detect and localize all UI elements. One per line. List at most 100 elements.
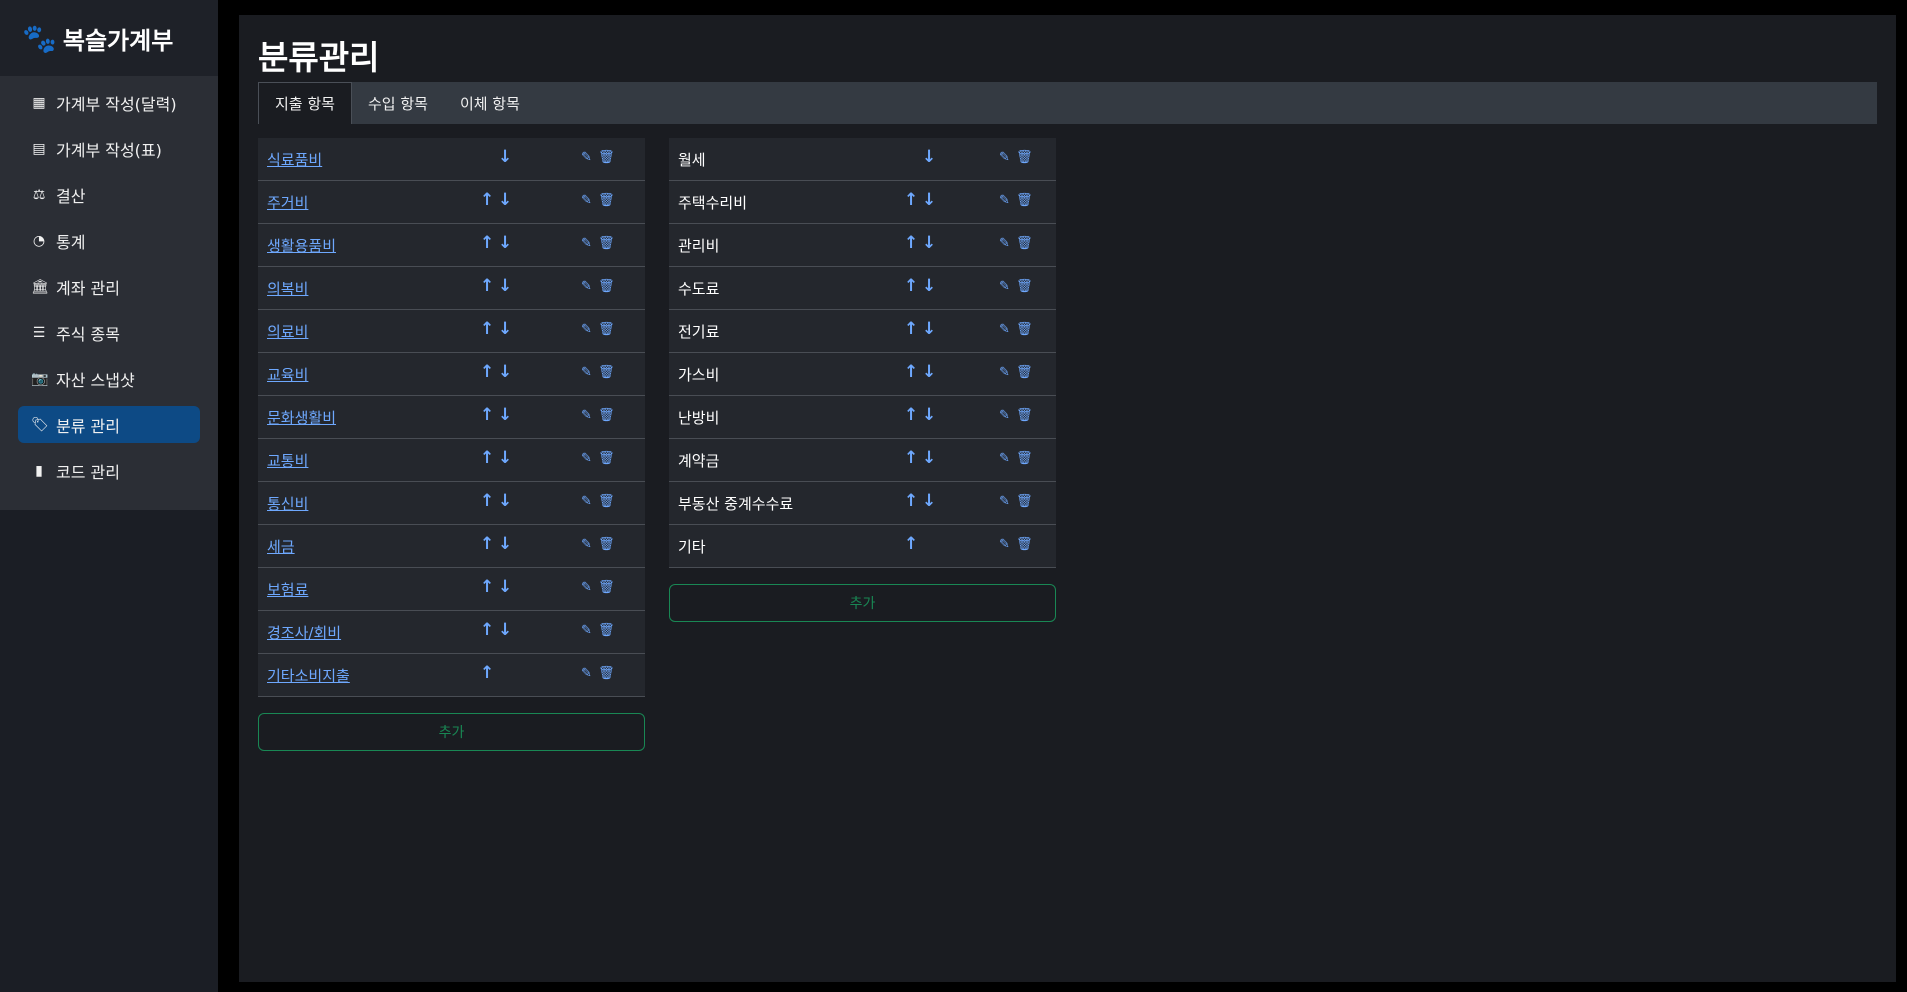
trash-icon[interactable]: 🗑 [598,322,615,337]
category-link[interactable]: 보험료 [267,579,308,600]
trash-icon[interactable]: 🗑 [598,580,615,595]
move-down-icon[interactable]: ↓ [498,405,512,425]
move-up-icon[interactable]: ↑ [480,190,494,210]
category-link[interactable]: 식료품비 [267,149,322,170]
move-down-icon[interactable]: ↓ [922,276,936,296]
edit-icon[interactable]: ✎ [999,236,1010,251]
trash-icon[interactable]: 🗑 [598,150,615,165]
add-expense-category-button[interactable]: 추가 [258,713,645,751]
move-up-icon[interactable]: ↑ [480,663,494,683]
move-up-icon[interactable]: ↑ [904,448,918,468]
tab-0[interactable]: 지출 항목 [258,82,352,124]
move-up-icon[interactable]: ↑ [480,491,494,511]
category-link[interactable]: 생활용품비 [267,235,336,256]
edit-icon[interactable]: ✎ [999,537,1010,552]
move-up-icon[interactable]: ↑ [480,534,494,554]
trash-icon[interactable]: 🗑 [598,537,615,552]
sidebar-item-3[interactable]: ◔ 통계 [18,222,200,259]
move-down-icon[interactable]: ↓ [498,620,512,640]
category-link[interactable]: 세금 [267,536,295,557]
move-down-icon[interactable]: ↓ [498,276,512,296]
move-up-icon[interactable]: ↑ [480,448,494,468]
trash-icon[interactable]: 🗑 [1016,322,1033,337]
move-down-icon[interactable]: ↓ [498,233,512,253]
trash-icon[interactable]: 🗑 [598,236,615,251]
edit-icon[interactable]: ✎ [581,408,592,423]
trash-icon[interactable]: 🗑 [1016,279,1033,294]
move-down-icon[interactable]: ↓ [498,491,512,511]
move-up-icon[interactable]: ↑ [904,362,918,382]
move-up-icon[interactable]: ↑ [904,405,918,425]
edit-icon[interactable]: ✎ [999,279,1010,294]
edit-icon[interactable]: ✎ [999,408,1010,423]
move-up-icon[interactable]: ↑ [904,276,918,296]
category-link[interactable]: 경조사/회비 [267,622,341,643]
move-up-icon[interactable]: ↑ [904,190,918,210]
edit-icon[interactable]: ✎ [581,494,592,509]
sidebar-item-0[interactable]: ▦ 가계부 작성(달력) [18,84,200,121]
move-up-icon[interactable]: ↑ [904,534,918,554]
trash-icon[interactable]: 🗑 [1016,408,1033,423]
sidebar-item-1[interactable]: ▤ 가계부 작성(표) [18,130,200,167]
trash-icon[interactable]: 🗑 [1016,193,1033,208]
move-down-icon[interactable]: ↓ [922,448,936,468]
category-link[interactable]: 교육비 [267,364,308,385]
sidebar-item-6[interactable]: 📷 자산 스냅샷 [18,360,200,397]
sidebar-item-8[interactable]: ▮ 코드 관리 [18,452,200,489]
edit-icon[interactable]: ✎ [999,322,1010,337]
sidebar-item-5[interactable]: ☰ 주식 종목 [18,314,200,351]
sidebar-item-4[interactable]: 🏛 계좌 관리 [18,268,200,305]
move-down-icon[interactable]: ↓ [498,577,512,597]
move-down-icon[interactable]: ↓ [922,362,936,382]
edit-icon[interactable]: ✎ [581,150,592,165]
trash-icon[interactable]: 🗑 [598,408,615,423]
category-link[interactable]: 기타소비지출 [267,665,350,686]
trash-icon[interactable]: 🗑 [1016,365,1033,380]
app-brand[interactable]: 🐾 복슬가계부 [0,0,218,76]
edit-icon[interactable]: ✎ [999,150,1010,165]
trash-icon[interactable]: 🗑 [598,279,615,294]
edit-icon[interactable]: ✎ [581,580,592,595]
sidebar-item-2[interactable]: ⚖ 결산 [18,176,200,213]
add-subcategory-button[interactable]: 추가 [669,584,1056,622]
category-link[interactable]: 문화생활비 [267,407,336,428]
move-down-icon[interactable]: ↓ [922,319,936,339]
move-down-icon[interactable]: ↓ [922,233,936,253]
trash-icon[interactable]: 🗑 [598,365,615,380]
trash-icon[interactable]: 🗑 [1016,537,1033,552]
move-down-icon[interactable]: ↓ [922,491,936,511]
move-down-icon[interactable]: ↓ [922,147,936,167]
move-down-icon[interactable]: ↓ [922,405,936,425]
tab-1[interactable]: 수입 항목 [352,82,444,124]
trash-icon[interactable]: 🗑 [598,623,615,638]
tab-2[interactable]: 이체 항목 [444,82,536,124]
edit-icon[interactable]: ✎ [581,279,592,294]
trash-icon[interactable]: 🗑 [598,451,615,466]
trash-icon[interactable]: 🗑 [1016,150,1033,165]
trash-icon[interactable]: 🗑 [1016,236,1033,251]
move-down-icon[interactable]: ↓ [922,190,936,210]
trash-icon[interactable]: 🗑 [1016,451,1033,466]
edit-icon[interactable]: ✎ [999,193,1010,208]
category-link[interactable]: 통신비 [267,493,308,514]
move-up-icon[interactable]: ↑ [904,319,918,339]
move-down-icon[interactable]: ↓ [498,362,512,382]
move-up-icon[interactable]: ↑ [480,233,494,253]
move-up-icon[interactable]: ↑ [904,491,918,511]
edit-icon[interactable]: ✎ [581,193,592,208]
edit-icon[interactable]: ✎ [581,537,592,552]
edit-icon[interactable]: ✎ [999,494,1010,509]
move-down-icon[interactable]: ↓ [498,319,512,339]
trash-icon[interactable]: 🗑 [598,666,615,681]
edit-icon[interactable]: ✎ [999,365,1010,380]
edit-icon[interactable]: ✎ [581,365,592,380]
move-up-icon[interactable]: ↑ [480,405,494,425]
trash-icon[interactable]: 🗑 [598,494,615,509]
move-down-icon[interactable]: ↓ [498,448,512,468]
move-down-icon[interactable]: ↓ [498,190,512,210]
move-up-icon[interactable]: ↑ [480,620,494,640]
trash-icon[interactable]: 🗑 [598,193,615,208]
move-down-icon[interactable]: ↓ [498,534,512,554]
edit-icon[interactable]: ✎ [581,623,592,638]
edit-icon[interactable]: ✎ [581,236,592,251]
